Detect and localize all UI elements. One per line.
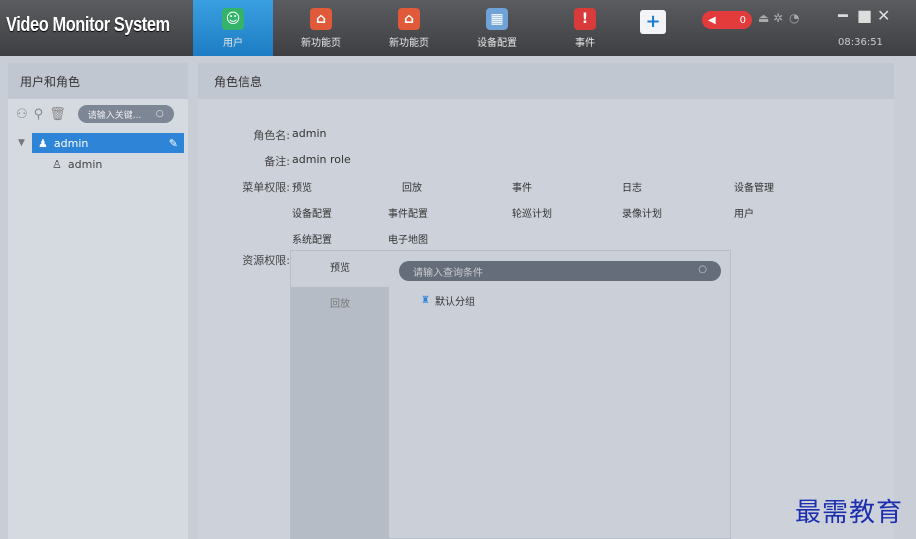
perm-item[interactable]: 用户: [734, 205, 754, 220]
tab-preview[interactable]: 预览: [291, 251, 389, 287]
tab-label: 新功能页: [389, 38, 429, 49]
alarm-count: 0: [739, 14, 746, 26]
search-placeholder: 请输入关键...: [87, 110, 142, 121]
resource-tab-column: [291, 287, 389, 539]
perm-item[interactable]: 回放: [402, 179, 422, 194]
user-icon: ♙: [52, 157, 62, 171]
perm-item[interactable]: 日志: [622, 179, 642, 194]
panel-title: 角色信息: [198, 63, 894, 99]
perm-item[interactable]: 电子地图: [388, 231, 428, 246]
panel-title: 用户和角色: [8, 63, 188, 99]
title-bar: Video Monitor System ☺ 用户 ⌂ 新功能页 ⌂ 新功能页 …: [0, 0, 916, 56]
performance-icon[interactable]: ◔: [789, 11, 799, 25]
resource-search-input[interactable]: 请输入查询条件 ○: [399, 261, 721, 281]
tab-label: 设备配置: [477, 38, 517, 49]
tree-item-user[interactable]: ♙ admin: [52, 155, 188, 173]
speaker-icon: ◀: [708, 14, 716, 26]
role-icon: ♟: [38, 136, 48, 150]
remark-label: 备注:: [264, 155, 290, 168]
perm-item[interactable]: 系统配置: [292, 231, 332, 246]
perm-item[interactable]: 设备配置: [292, 205, 332, 220]
tree-item-label: admin: [67, 157, 103, 171]
perm-item[interactable]: 设备管理: [734, 179, 774, 194]
maximize-icon[interactable]: ■: [857, 6, 872, 25]
search-icon: ○: [698, 264, 707, 275]
clock: 08:36:51: [838, 37, 883, 48]
add-user-icon[interactable]: ⚲: [34, 107, 44, 122]
close-icon[interactable]: ✕: [877, 6, 890, 25]
group-label: 默认分组: [434, 297, 475, 308]
resource-permission-box: 预览 回放 请输入查询条件 ○ ♜ 默认分组: [290, 250, 731, 539]
account-icon[interactable]: ⏏: [758, 11, 769, 25]
perm-item[interactable]: 事件: [512, 179, 532, 194]
add-role-icon[interactable]: ⚇: [16, 107, 28, 122]
minimize-icon[interactable]: ━: [838, 6, 848, 25]
menu-perm-label: 菜单权限:: [242, 181, 290, 194]
alarm-counter[interactable]: ◀ 0: [702, 11, 752, 29]
settings-icon[interactable]: ✲: [773, 11, 783, 25]
role-name-label: 角色名:: [253, 129, 290, 142]
role-name-value: admin: [292, 127, 327, 140]
home-icon: ⌂: [310, 8, 332, 30]
tab-label: 事件: [575, 38, 595, 49]
tab-label: 新功能页: [301, 38, 341, 49]
edit-icon[interactable]: ✎: [169, 137, 178, 150]
users-roles-panel: 用户和角色 ⚇ ⚲ 🗑 请输入关键... ○ ▼ ♟ admin ✎ ♙ adm…: [8, 63, 188, 539]
watermark: 最需教育: [795, 498, 904, 528]
left-toolbar: ⚇ ⚲ 🗑 请输入关键... ○: [8, 99, 188, 129]
user-icon: ☺: [222, 8, 244, 30]
tab-new-feature-1[interactable]: ⌂ 新功能页: [281, 0, 361, 56]
delete-icon[interactable]: 🗑: [49, 107, 66, 122]
perm-item[interactable]: 预览: [292, 179, 312, 194]
resource-perm-label: 资源权限:: [242, 254, 290, 267]
perm-item[interactable]: 录像计划: [622, 205, 662, 220]
tab-event[interactable]: ! 事件: [545, 0, 625, 56]
tab-new-feature-2[interactable]: ⌂ 新功能页: [369, 0, 449, 56]
caret-down-icon[interactable]: ▼: [18, 138, 25, 148]
tab-playback[interactable]: 回放: [291, 287, 389, 323]
alarm-shield-icon: !: [574, 8, 596, 30]
tree-item-label: admin: [53, 136, 89, 150]
search-input[interactable]: 请输入关键... ○: [77, 105, 174, 123]
app-title: Video Monitor System: [6, 14, 170, 36]
perm-item[interactable]: 轮巡计划: [512, 205, 552, 220]
tree-item-role[interactable]: ▼ ♟ admin ✎: [18, 133, 184, 153]
tab-label: 用户: [223, 38, 243, 49]
search-icon: ○: [155, 109, 164, 119]
group-item[interactable]: ♜ 默认分组: [421, 293, 475, 308]
remark-value: admin role: [292, 153, 351, 166]
add-tab-button[interactable]: +: [640, 10, 666, 34]
tab-user[interactable]: ☺ 用户: [193, 0, 273, 56]
config-icon: ▦: [486, 8, 508, 30]
role-info-panel: 角色信息 角色名: admin 备注: admin role 菜单权限: 预览 …: [198, 63, 894, 539]
perm-item[interactable]: 事件配置: [388, 205, 428, 220]
group-icon: ♜: [421, 295, 430, 306]
tab-device-config[interactable]: ▦ 设备配置: [457, 0, 537, 56]
search-placeholder: 请输入查询条件: [413, 268, 483, 279]
home-icon: ⌂: [398, 8, 420, 30]
